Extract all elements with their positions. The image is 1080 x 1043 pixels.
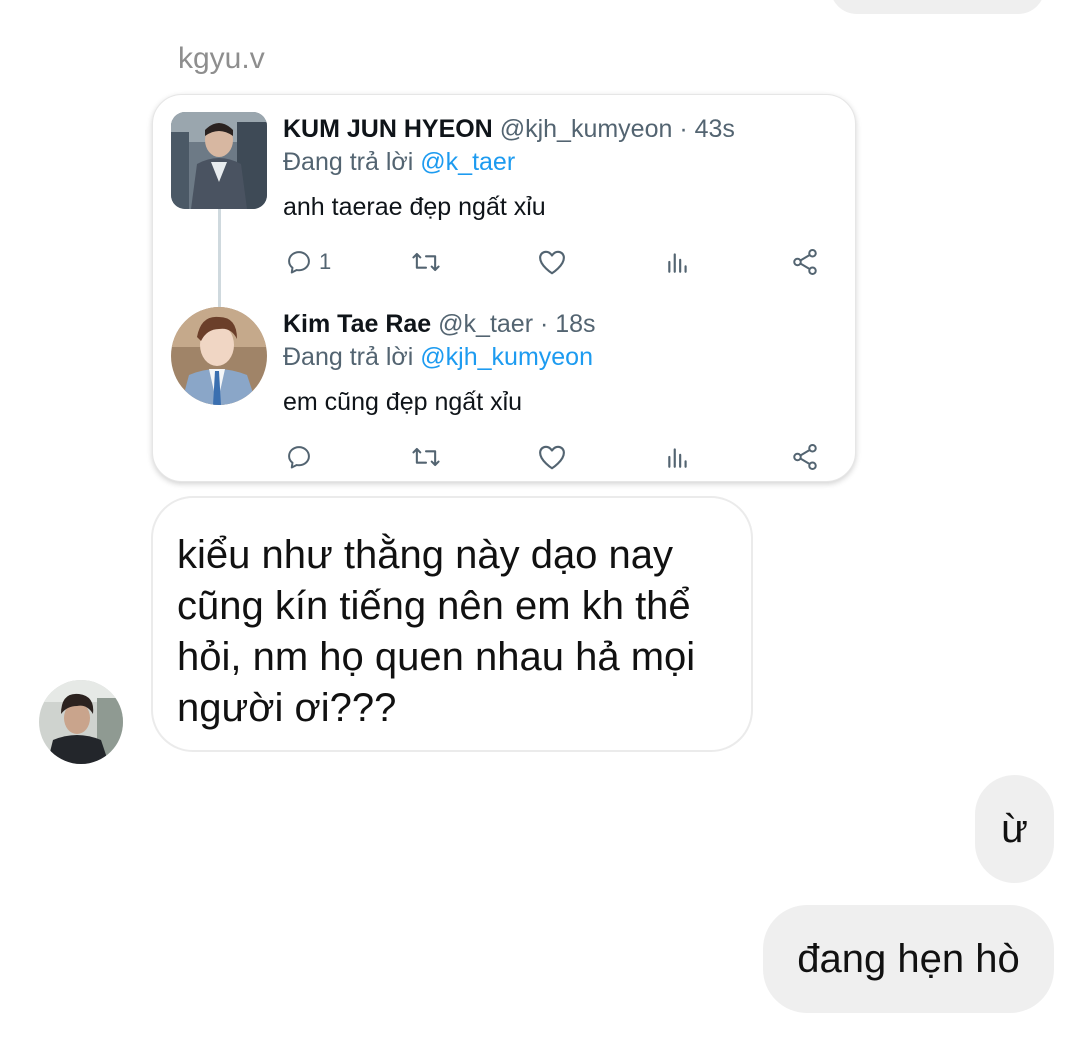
tweet-1-replying-label: Đang trả lời [283,148,414,176]
tweet-2-share-button[interactable] [790,442,820,472]
thread-connector-line [218,208,221,312]
sent-message-bubble[interactable]: đang hẹn hò [763,905,1054,1013]
tweet-2-meta: @k_taer · 18s [438,310,596,338]
tweet-1-reply-count: 1 [319,249,332,274]
tweet-2-replying: Đang trả lời @kjh_kumyeon [283,343,593,372]
tweet-2-replying-label: Đang trả lời [283,343,414,371]
retweet-icon [410,248,442,276]
tweet-avatar-kum-jun-hyeon[interactable] [171,112,267,209]
reply-icon [285,443,313,471]
tweet-avatar-kim-tae-rae[interactable] [171,307,267,405]
tweet-2-reply-button[interactable] [285,442,319,472]
tweet-2-display-name[interactable]: Kim Tae Rae [283,310,431,338]
tweet-1-text: anh taerae đẹp ngất xỉu [283,193,546,221]
tweet-2-text: em cũng đẹp ngất xỉu [283,388,523,416]
tweet-2-like-button[interactable] [537,442,567,472]
previous-sent-bubble[interactable] [830,0,1045,14]
tweet-2-header: Kim Tae Rae @k_taer · 18s [283,310,596,339]
received-message-bubble[interactable]: kiểu như thằng này dạo nay cũng kín tiến… [151,496,753,752]
tweet-2-mention-link[interactable]: @kjh_kumyeon [420,343,593,371]
views-icon [665,248,691,276]
tweet-2-views-button[interactable] [665,442,691,472]
sent-message-bubble[interactable]: ừ [975,775,1054,883]
tweet-2-retweet-button[interactable] [410,442,442,472]
like-icon [537,248,567,276]
share-icon [790,442,820,472]
reply-icon [285,248,313,276]
sender-avatar[interactable] [39,680,123,764]
tweet-1-reply-button[interactable]: 1 [285,247,331,277]
tweet-1-like-button[interactable] [537,247,567,277]
tweet-1-share-button[interactable] [790,247,820,277]
retweet-icon [410,443,442,471]
like-icon [537,443,567,471]
tweet-1-replying: Đang trả lời @k_taer [283,148,515,177]
tweet-1-header: KUM JUN HYEON @kjh_kumyeon · 43s [283,115,735,144]
tweet-1-meta: @kjh_kumyeon · 43s [499,115,735,143]
tweet-1-mention-link[interactable]: @k_taer [420,148,515,176]
tweet-1-retweet-button[interactable] [410,247,442,277]
tweet-1-views-button[interactable] [665,247,691,277]
share-icon [790,247,820,277]
views-icon [665,443,691,471]
sender-name: kgyu.v [178,42,265,75]
tweet-1-display-name[interactable]: KUM JUN HYEON [283,115,493,143]
